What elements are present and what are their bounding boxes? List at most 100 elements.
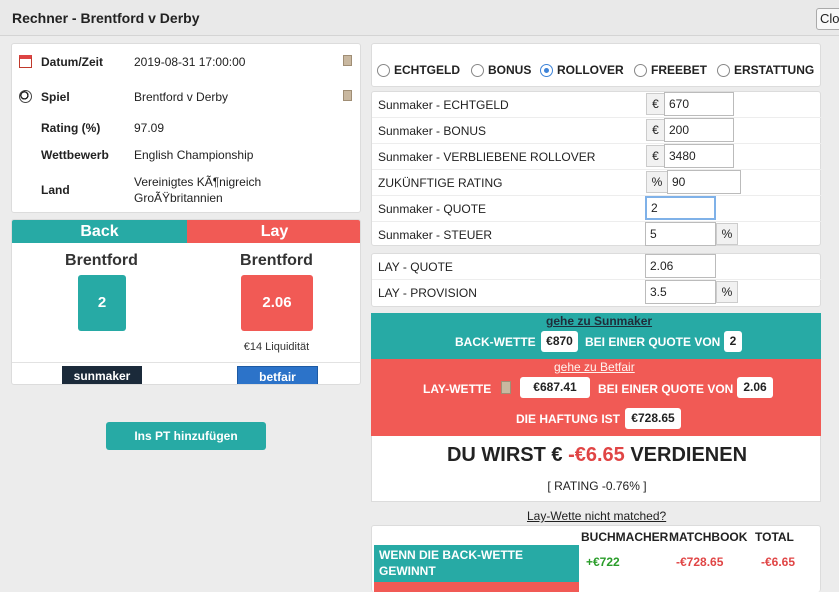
row-lay-provision: LAY - PROVISION % (372, 280, 822, 306)
row-rollover: Sunmaker - VERBLIEBENE ROLLOVER € (372, 144, 822, 170)
row-lay-quote: LAY - QUOTE (372, 254, 822, 280)
future-rating-input[interactable] (667, 170, 741, 194)
mode-radio-group: ECHTGELD BONUS ROLLOVER FREEBET ERSTATTU… (371, 43, 821, 87)
row-bonus: Sunmaker - BONUS € (372, 118, 822, 144)
back-column: Back Brentford 2 (12, 220, 187, 384)
add-to-pt-button[interactable]: Ins PT hinzufügen (106, 422, 266, 450)
lay-odds-value: 2.06 (737, 377, 773, 398)
divider (12, 362, 360, 363)
match-info-panel: Datum/Zeit 2019-08-31 17:00:00 Spiel Bre… (11, 43, 361, 213)
bonus-input[interactable] (664, 118, 734, 142)
radio-label[interactable]: ECHTGELD (394, 63, 460, 77)
liability-value: €728.65 (625, 408, 681, 429)
echtgeld-input[interactable] (664, 92, 734, 116)
at-odds-label: BEI EINER QUOTE VON (585, 335, 721, 349)
earn-amount: -€6.65 (568, 444, 625, 466)
title-bar: Rechner - Brentford v Derby Clo (0, 0, 839, 36)
back-result-section: gehe zu Sunmaker BACK-WETTE €870 BEI EIN… (371, 313, 821, 359)
country-value-line2: GroÃŸbritannien (134, 191, 223, 205)
copy-icon[interactable] (343, 55, 352, 66)
radio-label[interactable]: ROLLOVER (557, 63, 624, 77)
goto-sunmaker-link[interactable]: gehe zu Sunmaker (546, 314, 652, 328)
back-bet-label: BACK-WETTE (455, 335, 536, 349)
goto-betfair-link[interactable]: gehe zu Betfair (554, 360, 635, 374)
window-title: Rechner - Brentford v Derby (12, 10, 200, 26)
back-odds-box: 2 (78, 275, 126, 331)
datetime-value: 2019-08-31 17:00:00 (134, 55, 246, 69)
quote-label: Sunmaker - QUOTE (378, 202, 487, 216)
col-matchbook: MATCHBOOK (669, 530, 748, 544)
radio-circle[interactable] (377, 64, 390, 77)
lay-odds-box: 2.06 (241, 275, 313, 331)
row-lay-wins-label (374, 582, 579, 592)
lay-not-matched-link[interactable]: Lay-Wette nicht matched? (527, 509, 666, 523)
percent-addon: % (716, 223, 738, 245)
bonus-label: Sunmaker - BONUS (378, 124, 487, 138)
back-team: Brentford (65, 252, 138, 269)
radio-circle[interactable] (471, 64, 484, 77)
radio-circle[interactable] (634, 64, 647, 77)
match-value: Brentford v Derby (134, 90, 229, 104)
steuer-input[interactable] (645, 222, 716, 246)
back-stake-value: €870 (541, 331, 578, 352)
at-odds-label: BEI EINER QUOTE VON (598, 382, 734, 396)
competition-label: Wettbewerb (41, 148, 109, 162)
country-value-line1: Vereinigtes KÃ¶nigreich (134, 175, 262, 189)
row-back-wins-label: WENN DIE BACK-WETTE GEWINNT (374, 545, 579, 582)
lay-result-section: gehe zu Betfair LAY-WETTE €687.41 BEI EI… (371, 359, 821, 436)
radio-label[interactable]: ERSTATTUNG (734, 63, 814, 77)
win-total-value: -€6.65 (761, 555, 796, 569)
match-label: Spiel (41, 90, 70, 104)
rollover-input[interactable] (664, 144, 734, 168)
betfair-logo[interactable]: betfair (237, 366, 318, 384)
col-total: TOTAL (755, 530, 794, 544)
lay-quote-input[interactable] (645, 254, 716, 278)
copy-icon[interactable] (343, 90, 352, 101)
row-echtgeld: Sunmaker - ECHTGELD € (372, 92, 822, 118)
row-steuer: Sunmaker - STEUER % (372, 222, 822, 248)
radio-label[interactable]: BONUS (488, 63, 531, 77)
lay-quote-label: LAY - QUOTE (378, 260, 453, 274)
lay-provision-input[interactable] (645, 280, 716, 304)
lay-provision-label: LAY - PROVISION (378, 286, 477, 300)
percent-addon: % (646, 171, 668, 193)
liability-label: DIE HAFTUNG IST (516, 412, 620, 426)
sunmaker-logo[interactable]: sunmaker (62, 366, 142, 384)
euro-addon: € (646, 93, 665, 115)
lay-team: Brentford (240, 252, 313, 269)
calendar-icon (19, 55, 32, 68)
earn-suffix: VERDIENEN (630, 444, 748, 466)
rating-label: Rating (%) (41, 121, 101, 135)
lay-column: Lay Brentford 2.06 €14 Liquidität (187, 220, 360, 384)
earn-prefix: DU WIRST € (446, 444, 563, 466)
earnings-headline: DU WIRST € -€6.65 VERDIENEN (372, 444, 822, 467)
euro-addon: € (646, 119, 665, 141)
copy-icon[interactable] (501, 381, 511, 394)
win-bookmaker-value: +€722 (586, 555, 620, 569)
radio-circle-selected[interactable] (540, 64, 553, 77)
future-rating-label: ZUKÜNFTIGE RATING (378, 176, 503, 190)
row-future-rating: ZUKÜNFTIGE RATING % (372, 170, 822, 196)
lay-form: LAY - QUOTE LAY - PROVISION % (371, 253, 822, 307)
echtgeld-label: Sunmaker - ECHTGELD (378, 98, 509, 112)
back-odds-value: 2 (724, 331, 742, 352)
quote-input[interactable] (645, 196, 716, 220)
close-button[interactable]: Clo (816, 8, 839, 30)
radio-circle[interactable] (717, 64, 730, 77)
win-exchange-value: -€728.65 (676, 555, 724, 569)
back-lay-panel: Back Brentford 2 Lay Brentford 2.06 €14 … (11, 219, 361, 385)
row-quote: Sunmaker - QUOTE (372, 196, 822, 222)
lay-header: Lay (187, 220, 360, 243)
country-label: Land (41, 183, 70, 197)
radio-label[interactable]: FREEBET (651, 63, 707, 77)
bookmaker-form: Sunmaker - ECHTGELD € Sunmaker - BONUS €… (371, 91, 822, 248)
datetime-label: Datum/Zeit (41, 55, 104, 69)
outcome-table: BUCHMACHER MATCHBOOK TOTAL WENN DIE BACK… (371, 525, 821, 592)
competition-value: English Championship (134, 148, 254, 162)
back-header: Back (12, 220, 187, 243)
euro-addon: € (646, 145, 665, 167)
rating-value: 97.09 (134, 121, 165, 135)
percent-addon: % (716, 281, 738, 303)
lay-stake-value: €687.41 (520, 377, 590, 398)
earnings-section: DU WIRST € -€6.65 VERDIENEN [ RATING -0.… (371, 436, 821, 502)
